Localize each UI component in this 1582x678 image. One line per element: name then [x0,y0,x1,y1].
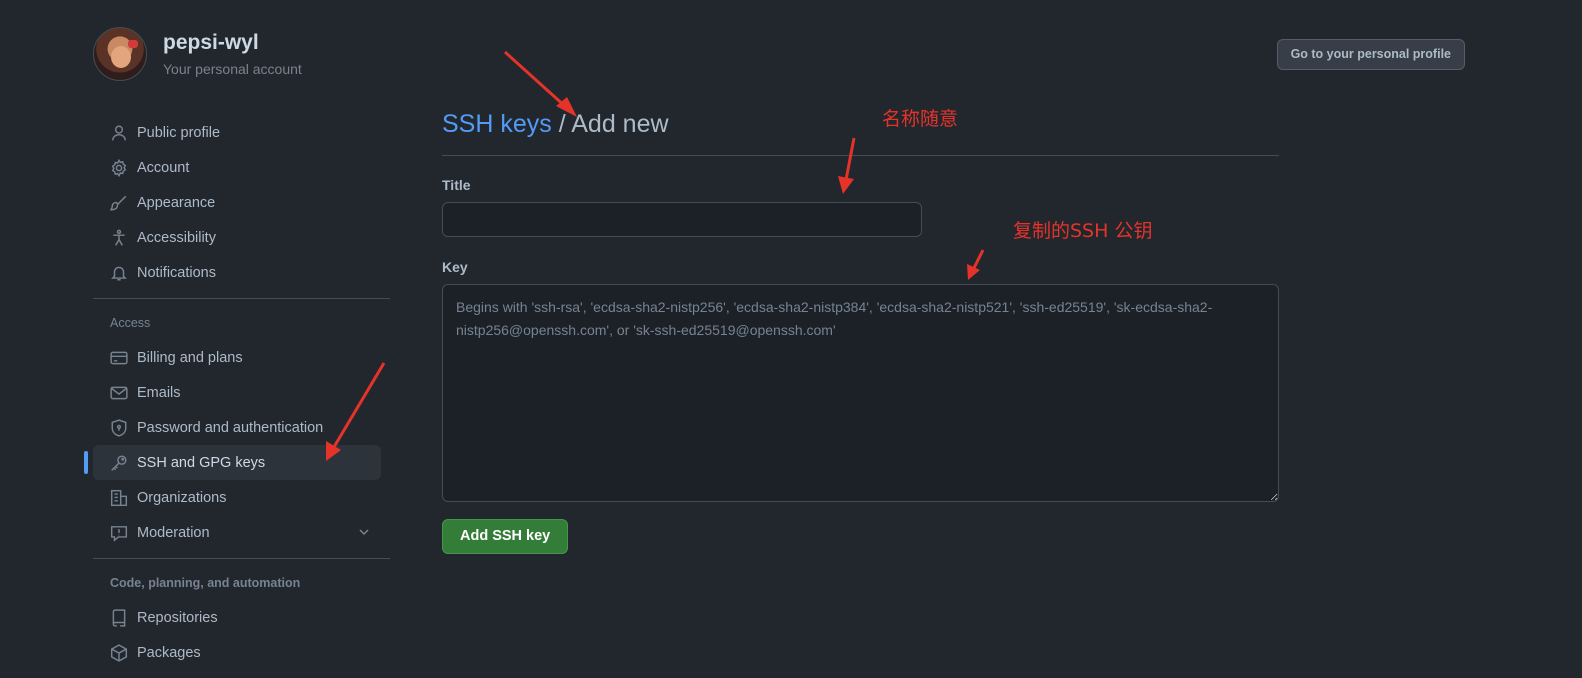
settings-sidebar: Public profile Account Appearance Access… [84,115,390,670]
sidebar-divider [93,558,390,559]
sidebar-item-label: SSH and GPG keys [137,454,266,471]
sidebar-item-appearance[interactable]: Appearance [93,185,381,220]
package-icon [110,643,128,662]
go-to-profile-button[interactable]: Go to your personal profile [1276,39,1465,70]
sidebar-item-label: Emails [137,384,181,401]
paintbrush-icon [110,194,128,212]
page-title: SSH keys / Add new [442,110,1279,144]
sidebar-item-repositories[interactable]: Repositories [93,600,381,635]
key-field-label: Key [442,259,468,275]
sidebar-item-organizations[interactable]: Organizations [93,480,381,515]
avatar-bow [128,40,138,48]
sidebar-item-label: Appearance [137,194,216,211]
avatar-face [111,46,131,68]
sidebar-item-public-profile[interactable]: Public profile [93,115,381,150]
sidebar-item-label: Organizations [137,489,227,506]
report-icon [110,524,128,542]
sidebar-item-billing[interactable]: Billing and plans [93,340,381,375]
sidebar-item-label: Moderation [137,524,210,541]
sidebar-item-packages[interactable]: Packages [93,635,381,670]
sidebar-item-label: Public profile [137,124,221,141]
person-icon [110,124,128,142]
repo-icon [110,608,128,627]
key-textarea[interactable] [442,284,1279,502]
sidebar-item-accessibility[interactable]: Accessibility [93,220,381,255]
shield-lock-icon [110,418,128,437]
annotation-key-note: 复制的SSH 公钥 [1013,220,1153,242]
chevron-down-icon[interactable] [356,524,372,540]
add-ssh-key-button[interactable]: Add SSH key [442,519,569,554]
title-input[interactable] [442,202,922,237]
sidebar-item-label: Accessibility [137,229,216,246]
breadcrumb-current: Add new [571,110,669,138]
sidebar-item-label: Packages [137,644,201,661]
title-divider [442,155,1279,156]
sidebar-item-account[interactable]: Account [93,150,381,185]
mail-icon [110,384,128,402]
sidebar-item-label: Account [137,159,190,176]
sidebar-section-access: Access [110,316,151,330]
annotation-title-note: 名称随意 [882,108,959,130]
sidebar-item-password[interactable]: Password and authentication [93,410,381,445]
sidebar-item-emails[interactable]: Emails [93,375,381,410]
bell-icon [110,264,128,282]
sidebar-section-code: Code, planning, and automation [110,576,301,590]
sidebar-item-label: Billing and plans [137,349,243,366]
avatar[interactable] [93,27,147,81]
account-header: pepsi-wyl Your personal account Go to yo… [93,27,1465,83]
breadcrumb-separator: / [551,110,572,138]
sidebar-item-label: Password and authentication [137,419,324,436]
account-subtitle: Your personal account [163,61,302,77]
sidebar-item-notifications[interactable]: Notifications [93,255,381,290]
accessibility-icon [110,229,128,247]
sidebar-item-moderation[interactable]: Moderation [93,515,381,550]
gear-icon [110,158,128,177]
credit-card-icon [110,349,128,367]
sidebar-divider [93,298,390,299]
title-field-label: Title [442,177,471,193]
main-content: SSH keys / Add new Title Key Add SSH key [442,110,1279,554]
sidebar-item-label: Repositories [137,609,218,626]
key-icon [110,454,128,472]
sidebar-item-ssh-gpg-keys[interactable]: SSH and GPG keys [84,445,381,480]
sidebar-item-label: Notifications [137,264,216,281]
organization-icon [110,489,128,507]
breadcrumb-ssh-keys-link[interactable]: SSH keys [442,110,552,138]
account-username[interactable]: pepsi-wyl [163,31,259,55]
